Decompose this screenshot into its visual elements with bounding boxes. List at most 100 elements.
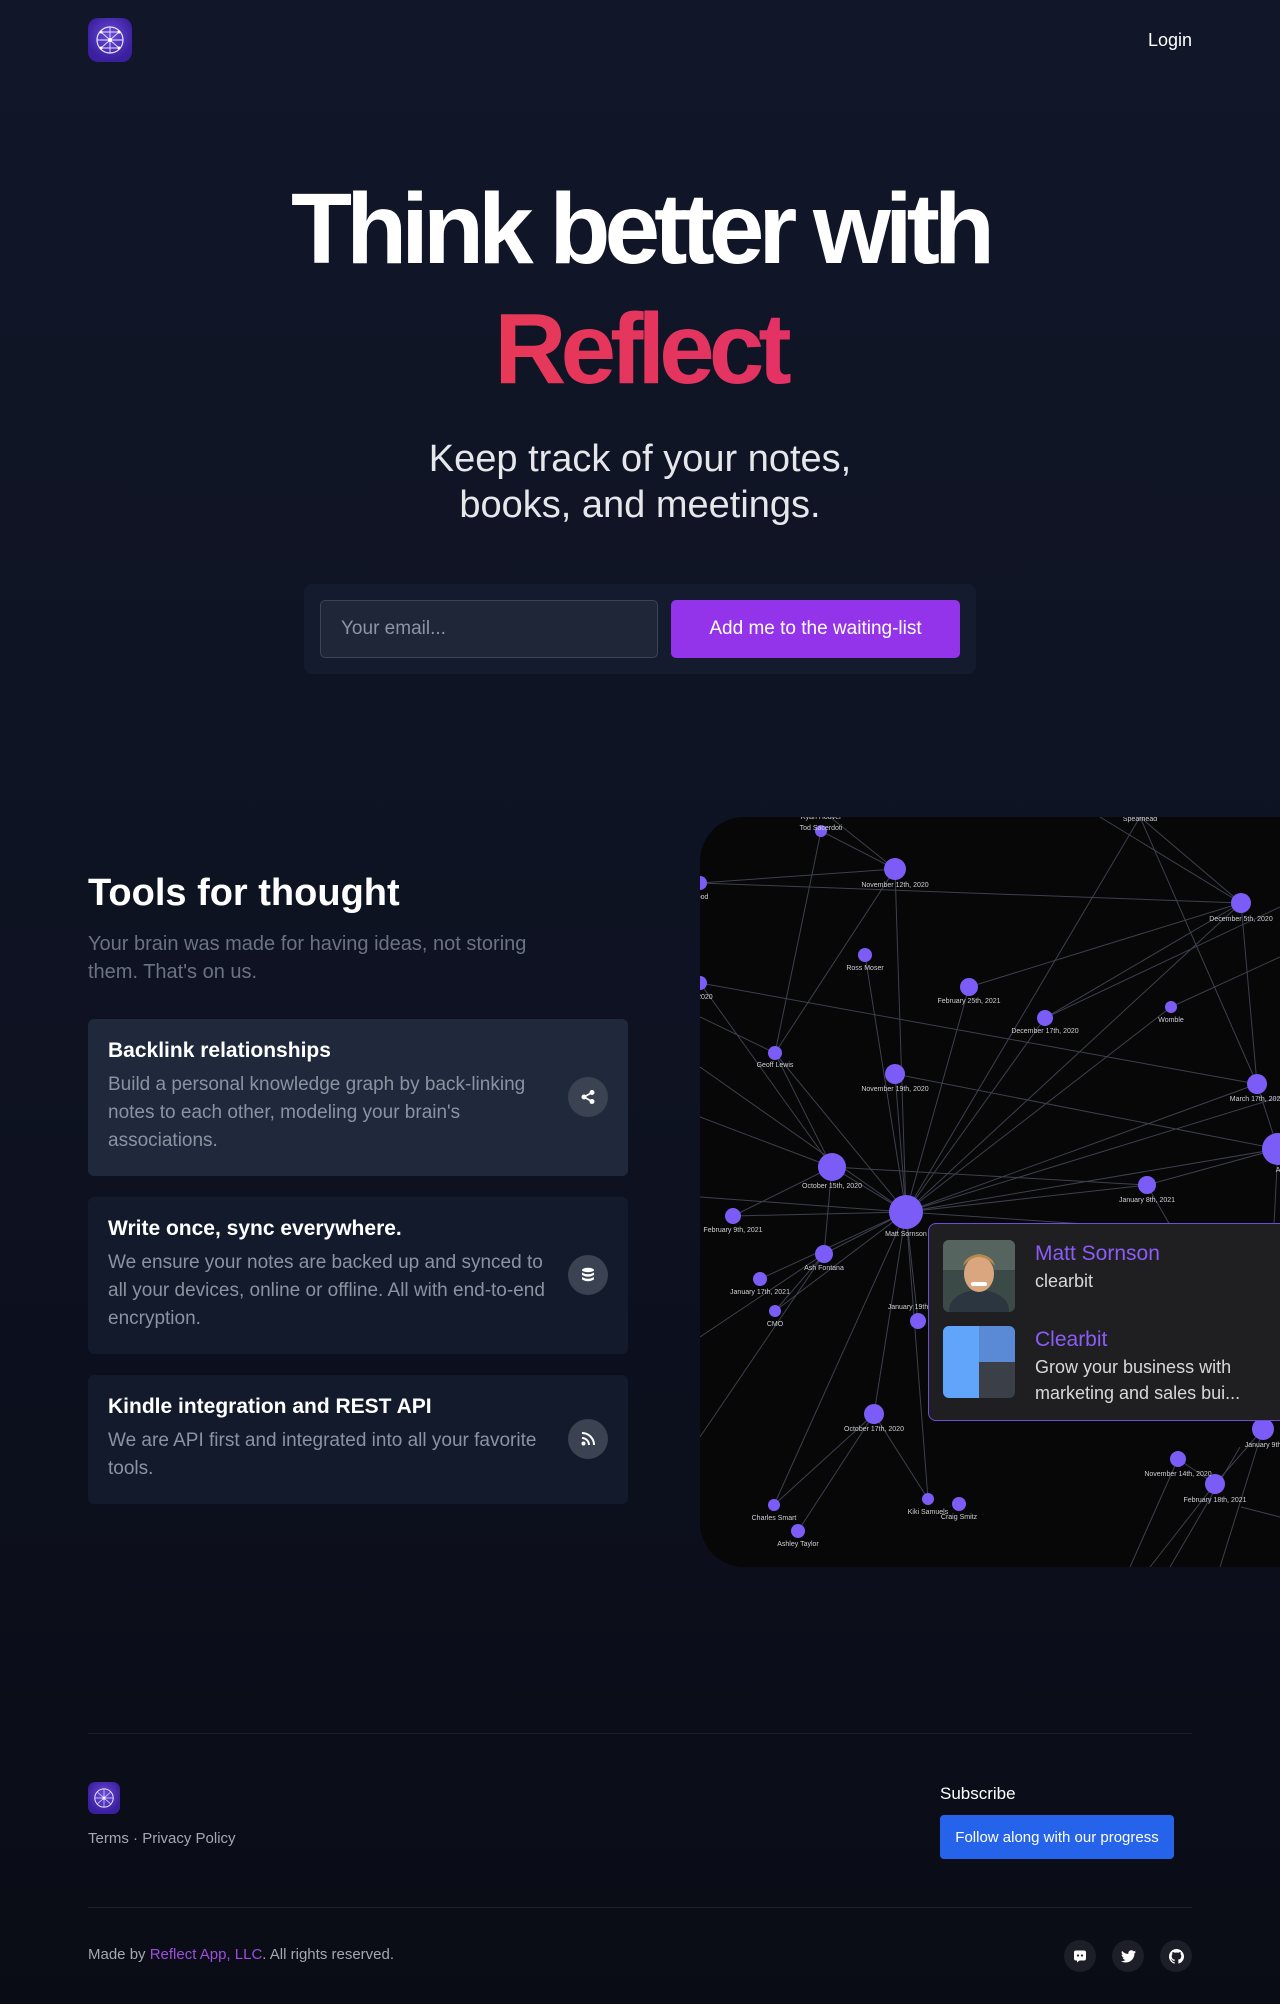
graph-edge: [774, 1052, 833, 1168]
graph-node[interactable]: [885, 1064, 905, 1084]
rss-icon: [568, 1419, 608, 1459]
graph-node[interactable]: [700, 876, 707, 890]
graph-node-label: November 14th, 2020: [1144, 1471, 1211, 1478]
graph-edge: [1146, 1148, 1279, 1186]
subscribe-button[interactable]: Follow along with our progress: [940, 1815, 1174, 1859]
graph-node-label: Ryan Hoover: [801, 817, 843, 821]
graph-node[interactable]: [768, 1046, 782, 1060]
graph-node-label: February 18th, 2021: [1183, 1497, 1246, 1504]
graph-node[interactable]: [910, 1313, 926, 1329]
graph-node[interactable]: [858, 948, 872, 962]
database-icon: [568, 1255, 608, 1295]
graph-node-label: December 5th, 2020: [1209, 916, 1273, 923]
reflect-logo-icon[interactable]: [88, 18, 132, 62]
graph-node-label: November 19th, 2020: [861, 1086, 928, 1093]
person-name[interactable]: Matt Sornson: [1035, 1240, 1280, 1268]
graph-node[interactable]: [922, 1493, 934, 1505]
graph-edge: [905, 1006, 1172, 1213]
knowledge-graph[interactable]: Ryan Hoover Tod Sacerdoti Spearhead Novembe…: [700, 817, 1280, 1567]
graph-node-label: Spearhead: [1123, 817, 1157, 823]
graph-node-label: October 17th, 2020: [844, 1426, 904, 1433]
graph-node[interactable]: [815, 1245, 833, 1263]
separator: ·: [133, 1830, 139, 1847]
graph-edge: [1240, 902, 1258, 1085]
terms-link[interactable]: Terms: [88, 1830, 129, 1847]
email-input[interactable]: [320, 600, 658, 658]
graph-node[interactable]: [1165, 1001, 1177, 1013]
graph-node[interactable]: [1170, 1451, 1186, 1467]
hero: Think better with Reflect: [0, 168, 1280, 408]
waitlist-button[interactable]: Add me to the waiting-list: [671, 600, 960, 658]
graph-edge: [774, 1253, 825, 1312]
graph-edge: [905, 817, 1141, 1213]
graph-node[interactable]: [1252, 1418, 1274, 1440]
graph-node[interactable]: [700, 976, 707, 990]
graph-node[interactable]: [952, 1497, 966, 1511]
graph-node[interactable]: [864, 1404, 884, 1424]
graph-edge: [905, 1096, 1280, 1213]
top-nav: Login: [88, 16, 1192, 64]
graph-node[interactable]: [1262, 1133, 1280, 1165]
graph-node[interactable]: [960, 978, 978, 996]
graph-edge: [905, 1017, 1046, 1213]
graph-edge: [700, 882, 1242, 904]
graph-node[interactable]: [1231, 893, 1251, 913]
graph-edge: [905, 1148, 1279, 1213]
graph-node-label: Womble: [1158, 1017, 1184, 1024]
graph-node[interactable]: [884, 858, 906, 880]
feature-card-sync[interactable]: Write once, sync everywhere. We ensure y…: [88, 1197, 628, 1354]
graph-node-label: October 15th, 2020: [802, 1183, 862, 1190]
person-avatar: [943, 1240, 1015, 1312]
discord-icon[interactable]: [1064, 1940, 1096, 1972]
graph-node-label: Ross Moser: [846, 965, 884, 972]
graph-edge: [773, 1211, 907, 1506]
feature-title: Kindle integration and REST API: [108, 1395, 432, 1418]
subscribe-label: Subscribe: [940, 1784, 1016, 1803]
feature-description: Build a personal knowledge graph by back…: [108, 1074, 526, 1151]
graph-node[interactable]: [753, 1272, 767, 1286]
company-name[interactable]: Clearbit: [1035, 1326, 1280, 1354]
graph-edge: [732, 1211, 907, 1217]
clearbit-logo-icon: [943, 1326, 1015, 1398]
graph-node[interactable]: [768, 1499, 780, 1511]
graph-edge: [894, 1073, 907, 1213]
graph-node[interactable]: [1247, 1074, 1267, 1094]
graph-node[interactable]: [791, 1524, 805, 1538]
reflect-logo-icon[interactable]: [88, 1782, 120, 1814]
privacy-link[interactable]: Privacy Policy: [142, 1830, 235, 1847]
hero-headline: Think better with: [291, 173, 995, 285]
graph-node[interactable]: [1037, 1010, 1053, 1026]
backlink-popup[interactable]: Matt Sornson clearbit Clearbit Grow your…: [928, 1223, 1280, 1421]
graph-edge: [820, 830, 896, 870]
graph-edge: [1240, 1506, 1280, 1518]
github-icon[interactable]: [1160, 1940, 1192, 1972]
feature-card-api[interactable]: Kindle integration and REST API We are A…: [88, 1375, 628, 1504]
graph-node-label: Geoff Lewis: [757, 1062, 794, 1069]
graph-edge: [905, 986, 970, 1213]
popup-person-row[interactable]: Matt Sornson clearbit: [943, 1240, 1280, 1312]
rights-text: . All rights reserved.: [262, 1946, 395, 1963]
graph-node-label: CMO: [767, 1321, 784, 1328]
feature-title: Write once, sync everywhere.: [108, 1217, 402, 1240]
footer-divider: [88, 1733, 1192, 1734]
graph-node-label: Amit V: [1276, 1167, 1280, 1174]
company-info: Clearbit Grow your business with marketi…: [1035, 1326, 1280, 1406]
graph-node[interactable]: [1138, 1176, 1156, 1194]
graph-edge: [1044, 906, 1280, 1019]
graph-node[interactable]: [769, 1305, 781, 1317]
graph-node-label: December 17th, 2020: [1011, 1028, 1078, 1035]
graph-node[interactable]: [889, 1195, 923, 1229]
graph-node-label: wood: [700, 894, 708, 901]
graph-node-label: January 19th: [888, 1304, 929, 1311]
feature-card-backlinks[interactable]: Backlink relationships Build a personal …: [88, 1019, 628, 1176]
graph-node[interactable]: [818, 1153, 846, 1181]
copyright: Made by Reflect App, LLC. All rights res…: [88, 1946, 394, 1963]
login-link[interactable]: Login: [1148, 30, 1192, 51]
graph-node[interactable]: [725, 1208, 741, 1224]
popup-company-row[interactable]: Clearbit Grow your business with marketi…: [943, 1326, 1280, 1406]
features-title: Tools for thought: [88, 872, 400, 914]
graph-node-label: January 17th, 2021: [730, 1289, 790, 1296]
graph-node-label: January 8th, 2021: [1119, 1197, 1175, 1204]
company-link[interactable]: Reflect App, LLC: [150, 1946, 263, 1963]
twitter-icon[interactable]: [1112, 1940, 1144, 1972]
